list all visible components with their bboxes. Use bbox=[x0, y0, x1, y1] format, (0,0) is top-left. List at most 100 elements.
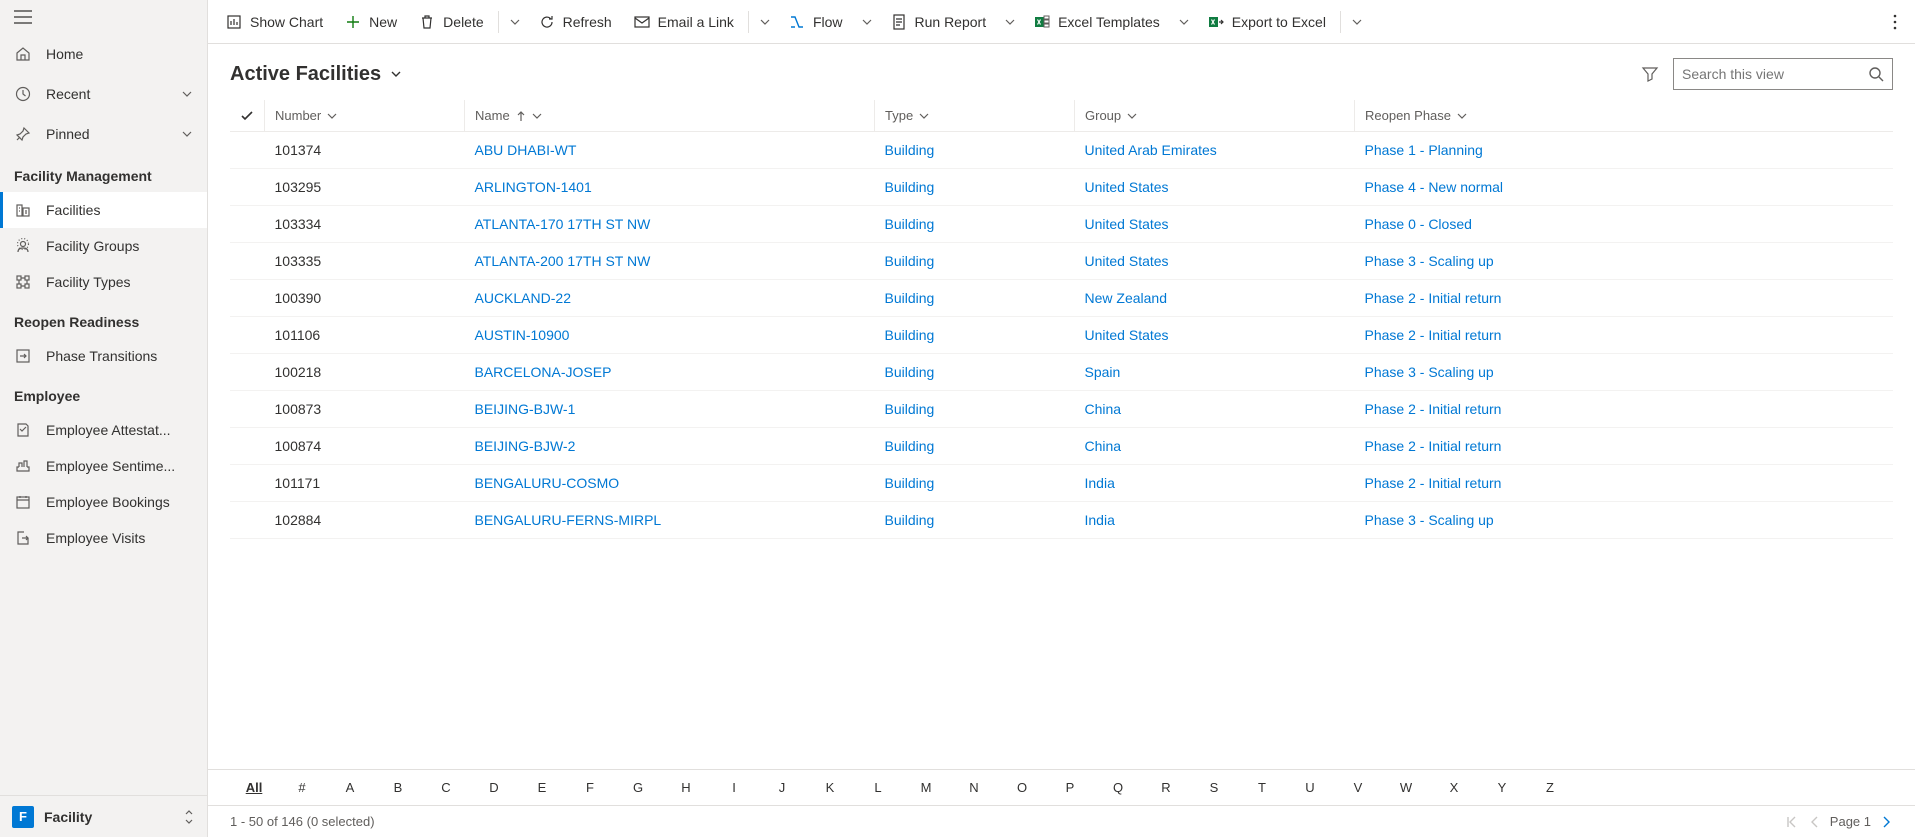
hamburger-button[interactable] bbox=[0, 0, 207, 34]
row-selector[interactable] bbox=[230, 169, 265, 206]
cell-phase-link[interactable]: Phase 3 - Scaling up bbox=[1365, 512, 1494, 528]
show-chart-button[interactable]: Show Chart bbox=[216, 4, 333, 40]
email-split-chevron[interactable] bbox=[753, 4, 777, 40]
cell-type-link[interactable]: Building bbox=[885, 512, 935, 528]
cell-group-link[interactable]: United States bbox=[1085, 216, 1169, 232]
flow-chevron[interactable] bbox=[855, 4, 879, 40]
cell-name-link[interactable]: BENGALURU-COSMO bbox=[475, 475, 620, 491]
alpha-filter-#[interactable]: # bbox=[278, 776, 326, 799]
cell-group-link[interactable]: China bbox=[1085, 438, 1122, 454]
alpha-filter-s[interactable]: S bbox=[1190, 776, 1238, 799]
grid-scroll[interactable]: Number Name Type Group Reopen Phase 1013… bbox=[208, 100, 1915, 769]
alpha-filter-o[interactable]: O bbox=[998, 776, 1046, 799]
search-box[interactable] bbox=[1673, 58, 1893, 90]
row-selector[interactable] bbox=[230, 465, 265, 502]
export-excel-button[interactable]: Export to Excel bbox=[1198, 4, 1336, 40]
column-select-all[interactable] bbox=[230, 100, 265, 132]
row-selector[interactable] bbox=[230, 391, 265, 428]
delete-split-chevron[interactable] bbox=[503, 4, 527, 40]
sidebar-item-employee-sentime-[interactable]: Employee Sentime... bbox=[0, 448, 207, 484]
view-selector[interactable]: Active Facilities bbox=[230, 63, 403, 86]
cell-type-link[interactable]: Building bbox=[885, 327, 935, 343]
cell-type-link[interactable]: Building bbox=[885, 216, 935, 232]
alpha-filter-q[interactable]: Q bbox=[1094, 776, 1142, 799]
cell-type-link[interactable]: Building bbox=[885, 438, 935, 454]
cell-type-link[interactable]: Building bbox=[885, 364, 935, 380]
alpha-filter-w[interactable]: W bbox=[1382, 776, 1430, 799]
search-input[interactable] bbox=[1682, 66, 1868, 82]
alpha-filter-h[interactable]: H bbox=[662, 776, 710, 799]
alpha-filter-i[interactable]: I bbox=[710, 776, 758, 799]
export-excel-chevron[interactable] bbox=[1345, 4, 1369, 40]
alpha-filter-u[interactable]: U bbox=[1286, 776, 1334, 799]
cell-group-link[interactable]: India bbox=[1085, 475, 1115, 491]
pager-first-button[interactable] bbox=[1784, 815, 1798, 829]
alpha-filter-p[interactable]: P bbox=[1046, 776, 1094, 799]
pager-next-button[interactable] bbox=[1881, 815, 1893, 829]
alpha-filter-k[interactable]: K bbox=[806, 776, 854, 799]
column-header-name[interactable]: Name bbox=[465, 100, 875, 132]
alpha-filter-all[interactable]: All bbox=[230, 776, 278, 799]
overflow-button[interactable] bbox=[1883, 14, 1907, 30]
alpha-filter-d[interactable]: D bbox=[470, 776, 518, 799]
cell-name-link[interactable]: BARCELONA-JOSEP bbox=[475, 364, 612, 380]
table-row[interactable]: 101374ABU DHABI-WTBuildingUnited Arab Em… bbox=[230, 132, 1893, 169]
sidebar-item-phase-transitions[interactable]: Phase Transitions bbox=[0, 338, 207, 374]
table-row[interactable]: 100874BEIJING-BJW-2BuildingChinaPhase 2 … bbox=[230, 428, 1893, 465]
row-selector[interactable] bbox=[230, 280, 265, 317]
cell-phase-link[interactable]: Phase 1 - Planning bbox=[1365, 142, 1483, 158]
table-row[interactable]: 103335ATLANTA-200 17TH ST NWBuildingUnit… bbox=[230, 243, 1893, 280]
cell-name-link[interactable]: ATLANTA-200 17TH ST NW bbox=[475, 253, 651, 269]
column-header-group[interactable]: Group bbox=[1075, 100, 1355, 132]
column-header-type[interactable]: Type bbox=[875, 100, 1075, 132]
sidebar-item-facilities[interactable]: Facilities bbox=[0, 192, 207, 228]
row-selector[interactable] bbox=[230, 317, 265, 354]
row-selector[interactable] bbox=[230, 206, 265, 243]
row-selector[interactable] bbox=[230, 354, 265, 391]
cell-name-link[interactable]: BEIJING-BJW-2 bbox=[475, 438, 576, 454]
alpha-filter-l[interactable]: L bbox=[854, 776, 902, 799]
cell-phase-link[interactable]: Phase 0 - Closed bbox=[1365, 216, 1472, 232]
sidebar-item-facility-types[interactable]: Facility Types bbox=[0, 264, 207, 300]
cell-name-link[interactable]: AUCKLAND-22 bbox=[475, 290, 571, 306]
cell-type-link[interactable]: Building bbox=[885, 401, 935, 417]
excel-templates-button[interactable]: Excel Templates bbox=[1024, 4, 1170, 40]
alpha-filter-v[interactable]: V bbox=[1334, 776, 1382, 799]
refresh-button[interactable]: Refresh bbox=[529, 4, 622, 40]
pager-prev-button[interactable] bbox=[1808, 815, 1820, 829]
cell-name-link[interactable]: BENGALURU-FERNS-MIRPL bbox=[475, 512, 662, 528]
row-selector[interactable] bbox=[230, 502, 265, 539]
cell-type-link[interactable]: Building bbox=[885, 142, 935, 158]
filter-button[interactable] bbox=[1641, 65, 1659, 83]
table-row[interactable]: 100873BEIJING-BJW-1BuildingChinaPhase 2 … bbox=[230, 391, 1893, 428]
alpha-filter-f[interactable]: F bbox=[566, 776, 614, 799]
alpha-filter-a[interactable]: A bbox=[326, 776, 374, 799]
alpha-filter-b[interactable]: B bbox=[374, 776, 422, 799]
table-row[interactable]: 100390AUCKLAND-22BuildingNew ZealandPhas… bbox=[230, 280, 1893, 317]
cell-group-link[interactable]: United States bbox=[1085, 327, 1169, 343]
cell-phase-link[interactable]: Phase 2 - Initial return bbox=[1365, 438, 1502, 454]
alpha-filter-x[interactable]: X bbox=[1430, 776, 1478, 799]
run-report-chevron[interactable] bbox=[998, 4, 1022, 40]
alpha-filter-n[interactable]: N bbox=[950, 776, 998, 799]
nav-home[interactable]: Home bbox=[0, 34, 207, 74]
cell-group-link[interactable]: United States bbox=[1085, 179, 1169, 195]
cell-phase-link[interactable]: Phase 3 - Scaling up bbox=[1365, 364, 1494, 380]
cell-type-link[interactable]: Building bbox=[885, 290, 935, 306]
sidebar-item-employee-attestat-[interactable]: Employee Attestat... bbox=[0, 412, 207, 448]
cell-name-link[interactable]: ARLINGTON-1401 bbox=[475, 179, 592, 195]
sidebar-item-employee-bookings[interactable]: Employee Bookings bbox=[0, 484, 207, 520]
cell-phase-link[interactable]: Phase 2 - Initial return bbox=[1365, 475, 1502, 491]
cell-name-link[interactable]: ABU DHABI-WT bbox=[475, 142, 577, 158]
table-row[interactable]: 103334ATLANTA-170 17TH ST NWBuildingUnit… bbox=[230, 206, 1893, 243]
column-header-reopen-phase[interactable]: Reopen Phase bbox=[1355, 100, 1894, 132]
cell-name-link[interactable]: BEIJING-BJW-1 bbox=[475, 401, 576, 417]
cell-group-link[interactable]: New Zealand bbox=[1085, 290, 1168, 306]
cell-type-link[interactable]: Building bbox=[885, 475, 935, 491]
row-selector[interactable] bbox=[230, 132, 265, 169]
cell-phase-link[interactable]: Phase 2 - Initial return bbox=[1365, 401, 1502, 417]
sidebar-item-facility-groups[interactable]: Facility Groups bbox=[0, 228, 207, 264]
alpha-filter-e[interactable]: E bbox=[518, 776, 566, 799]
new-button[interactable]: New bbox=[335, 4, 407, 40]
alpha-filter-z[interactable]: Z bbox=[1526, 776, 1574, 799]
